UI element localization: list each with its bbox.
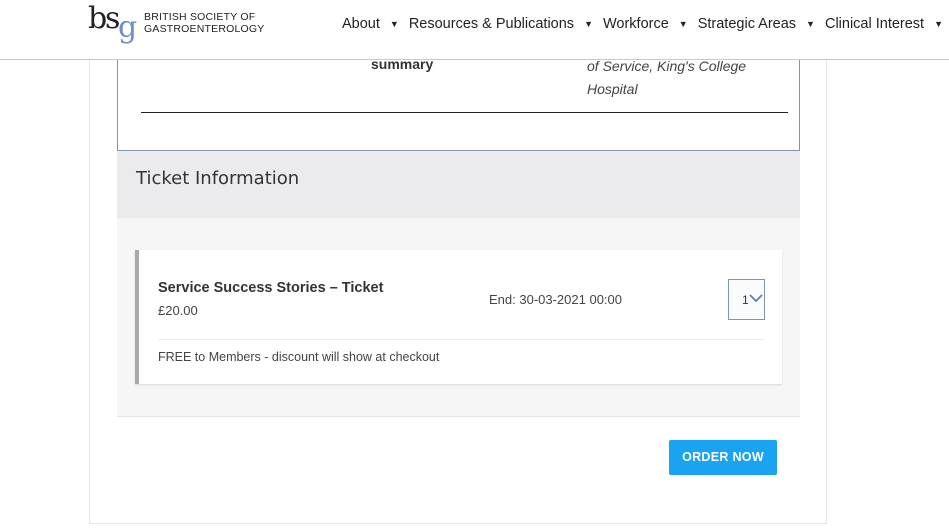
logo-line-2: GASTROENTEROLOGY xyxy=(144,23,265,35)
ticket-price: £20.00 xyxy=(158,303,198,318)
caret-down-icon: ▼ xyxy=(389,19,399,29)
nav-label: Resources & Publications xyxy=(408,16,575,32)
nav-item-strategic-areas[interactable]: Strategic Areas ▼ xyxy=(698,16,815,32)
nav-item-workforce[interactable]: Workforce ▼ xyxy=(603,16,688,32)
nav-item-resources-publications[interactable]: Resources & Publications ▼ xyxy=(409,16,593,32)
ticket-info-heading: Ticket Information xyxy=(136,168,300,189)
caret-down-icon: ▼ xyxy=(934,19,944,29)
speaker-line-2: Hospital xyxy=(587,81,638,97)
ticket-card: Service Success Stories – Ticket £20.00 … xyxy=(135,250,782,384)
logo-letter-s: s xyxy=(105,1,120,36)
logo-line-1: BRITISH SOCIETY OF xyxy=(144,11,256,23)
logo-mark: b s g xyxy=(88,4,140,44)
site-header: b s g BRITISH SOCIETY OF GASTROENTEROLOG… xyxy=(0,0,949,60)
ticket-end-date: End: 30-03-2021 00:00 xyxy=(489,292,622,307)
nav-label: About xyxy=(342,16,380,32)
logo-letter-b: b xyxy=(88,1,107,36)
schedule-speaker: of Service, King's College Hospital xyxy=(587,55,787,101)
caret-down-icon: ▼ xyxy=(678,19,688,29)
chevron-down-icon xyxy=(749,294,763,303)
ticket-note: FREE to Members - discount will show at … xyxy=(158,350,440,364)
ticket-list: Service Success Stories – Ticket £20.00 … xyxy=(117,218,800,417)
nav-item-about[interactable]: About ▼ xyxy=(342,16,399,32)
logo-letter-g: g xyxy=(118,10,137,45)
ticket-divider xyxy=(158,339,764,340)
nav-label: Clinical Interest xyxy=(824,16,925,32)
caret-down-icon: ▼ xyxy=(584,19,593,29)
nav-item-clinical-interest[interactable]: Clinical Interest ▼ xyxy=(825,16,943,32)
order-now-button[interactable]: ORDER NOW xyxy=(669,440,777,475)
bsg-logo[interactable]: b s g BRITISH SOCIETY OF GASTROENTEROLOG… xyxy=(88,4,264,44)
nav-label: Workforce xyxy=(602,16,669,32)
schedule-divider xyxy=(141,112,788,113)
ticket-quantity-select[interactable]: 1 xyxy=(728,279,765,320)
main-nav: About ▼ Resources & Publications ▼ Workf… xyxy=(342,16,949,32)
ticket-info-header: Ticket Information xyxy=(117,151,800,218)
nav-label: Strategic Areas xyxy=(697,16,797,32)
logo-text: BRITISH SOCIETY OF GASTROENTEROLOGY xyxy=(144,11,264,35)
caret-down-icon: ▼ xyxy=(806,19,815,29)
ticket-name: Service Success Stories – Ticket xyxy=(158,280,384,296)
